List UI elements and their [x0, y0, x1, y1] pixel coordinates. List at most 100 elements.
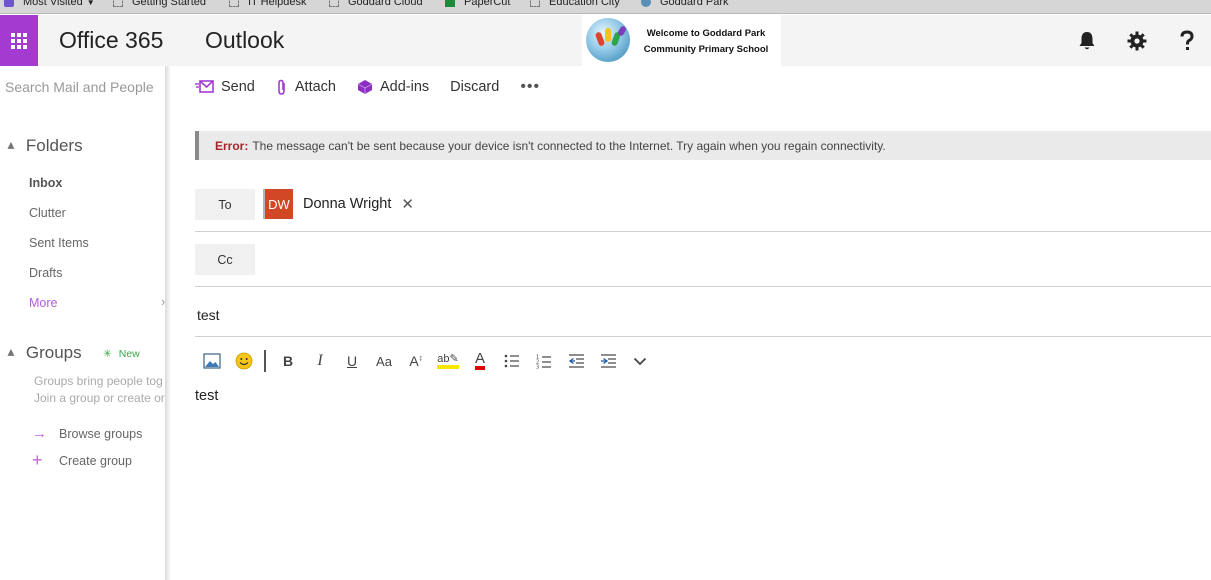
highlight-button[interactable]: ab✎: [432, 348, 464, 374]
picture-icon: [203, 353, 221, 369]
bookmark-label: IT Helpdesk: [248, 0, 307, 8]
create-group-link[interactable]: + Create group: [32, 450, 132, 471]
gear-icon: [1127, 31, 1147, 50]
most-visited-icon: [4, 0, 14, 7]
notifications-button[interactable]: [1062, 15, 1112, 66]
font-size-button[interactable]: Aa: [368, 348, 400, 374]
font-color-button[interactable]: A: [464, 348, 496, 374]
globe-icon: [641, 0, 651, 7]
bold-button[interactable]: B: [272, 348, 304, 374]
bookmark-icon: [229, 0, 239, 7]
bookmark-it-helpdesk[interactable]: IT Helpdesk: [229, 0, 307, 8]
folders-header[interactable]: ▼ Folders: [5, 136, 83, 156]
bookmark-label: Goddard Park: [660, 0, 729, 8]
send-label: Send: [221, 79, 255, 95]
help-button[interactable]: [1162, 15, 1211, 66]
bookmark-label: Goddard Cloud: [348, 0, 423, 8]
brand-title[interactable]: Office 365: [59, 27, 163, 54]
app-title[interactable]: Outlook: [205, 27, 284, 54]
left-nav: Search Mail and People ▼ Folders Inbox ⋮…: [0, 66, 165, 580]
chevron-up-icon: ▼: [5, 346, 17, 360]
svg-text:3: 3: [536, 364, 539, 369]
bullets-button[interactable]: [496, 348, 528, 374]
message-body[interactable]: test: [195, 388, 218, 404]
bold-icon: B: [282, 353, 294, 369]
subject-field[interactable]: test: [197, 307, 220, 323]
attach-button[interactable]: Attach: [276, 79, 336, 96]
error-message: The message can't be sent because your d…: [252, 138, 886, 153]
insert-picture-button[interactable]: [196, 348, 228, 374]
browse-groups-label: Browse groups: [59, 426, 143, 441]
italic-button[interactable]: I: [304, 348, 336, 374]
chevron-down-icon: ▼: [86, 0, 95, 7]
grow-font-icon: A↕: [409, 353, 423, 369]
remove-recipient-icon[interactable]: ✕: [401, 195, 414, 213]
bullet-list-icon: [504, 354, 519, 368]
to-button[interactable]: To: [195, 189, 255, 220]
discard-button[interactable]: Discard: [450, 79, 499, 95]
avatar: DW: [263, 189, 293, 219]
cc-button[interactable]: Cc: [195, 244, 255, 275]
papercut-icon: [445, 0, 455, 7]
recipient-name: Donna Wright: [303, 196, 392, 212]
bookmark-icon: [530, 0, 540, 7]
decrease-indent-button[interactable]: [560, 348, 592, 374]
increase-indent-button[interactable]: [592, 348, 624, 374]
groups-header[interactable]: ▼ Groups: [5, 343, 82, 363]
error-label: Error:: [215, 138, 249, 153]
nav-shadow: [165, 66, 171, 580]
groups-description-line1: Groups bring people tog: [34, 374, 163, 388]
grow-font-button[interactable]: A↕: [400, 348, 432, 374]
numbering-button[interactable]: 1 2 3: [528, 348, 560, 374]
plus-icon: +: [32, 450, 43, 470]
numbered-list-icon: 1 2 3: [536, 354, 551, 369]
decrease-indent-icon: [568, 354, 584, 368]
settings-button[interactable]: [1112, 15, 1162, 66]
divider: [195, 336, 1211, 337]
school-logo: [586, 18, 630, 62]
app-launcher-button[interactable]: [0, 15, 38, 66]
bookmark-most-visited[interactable]: Most Visited ▼: [4, 0, 95, 8]
addins-button[interactable]: Add-ins: [357, 79, 429, 95]
bookmark-getting-started[interactable]: Getting Started: [113, 0, 206, 8]
discard-label: Discard: [450, 79, 500, 95]
folders-title: Folders: [25, 136, 83, 155]
send-button[interactable]: Send: [195, 79, 255, 95]
school-name-line2: Community Primary School: [643, 44, 769, 55]
bookmark-icon: [329, 0, 339, 7]
recipient-chip[interactable]: DW Donna Wright ✕: [263, 189, 414, 219]
bookmarks-bar: Most Visited ▼ Getting Started IT Helpde…: [0, 0, 1211, 14]
school-name-line1: Welcome to Goddard Park: [646, 28, 766, 39]
increase-indent-icon: [600, 354, 616, 368]
folder-more[interactable]: More: [29, 296, 57, 310]
search-input[interactable]: Search Mail and People: [5, 79, 154, 95]
arrow-right-icon: →: [32, 425, 47, 442]
waffle-icon: [11, 32, 27, 49]
chevron-up-icon: ▼: [5, 139, 17, 153]
format-toolbar: B I U Aa A↕ ab✎ A 1 2 3: [196, 348, 656, 374]
new-group-link[interactable]: ✳ New: [103, 348, 140, 360]
bookmark-goddard-cloud[interactable]: Goddard Cloud: [329, 0, 423, 8]
smiley-icon: [235, 352, 253, 370]
school-banner: Welcome to Goddard Park Community Primar…: [582, 15, 781, 66]
groups-title: Groups: [25, 343, 82, 362]
underline-button[interactable]: U: [336, 348, 368, 374]
folder-drafts[interactable]: Drafts: [29, 266, 62, 280]
emoji-button[interactable]: [228, 348, 260, 374]
more-formatting-button[interactable]: [624, 348, 656, 374]
highlight-icon: ab✎: [437, 353, 459, 369]
bookmark-education-city[interactable]: Education City: [530, 0, 620, 8]
bookmark-icon: [113, 0, 123, 7]
more-actions-button[interactable]: •••: [520, 78, 540, 96]
divider: [195, 231, 1211, 232]
bookmark-papercut[interactable]: PaperCut: [445, 0, 510, 8]
suite-header: Office 365 Outlook Welcome to Goddard Pa…: [0, 15, 1211, 66]
folder-inbox[interactable]: Inbox: [29, 176, 62, 190]
font-color-icon: A: [474, 351, 485, 370]
bookmark-goddard-park[interactable]: Goddard Park: [641, 0, 728, 8]
font-size-icon: Aa: [376, 353, 392, 369]
folder-clutter[interactable]: Clutter: [29, 206, 66, 220]
paperclip-icon: [278, 79, 285, 95]
folder-sent-items[interactable]: Sent Items: [29, 236, 89, 250]
browse-groups-link[interactable]: → Browse groups: [32, 425, 142, 442]
